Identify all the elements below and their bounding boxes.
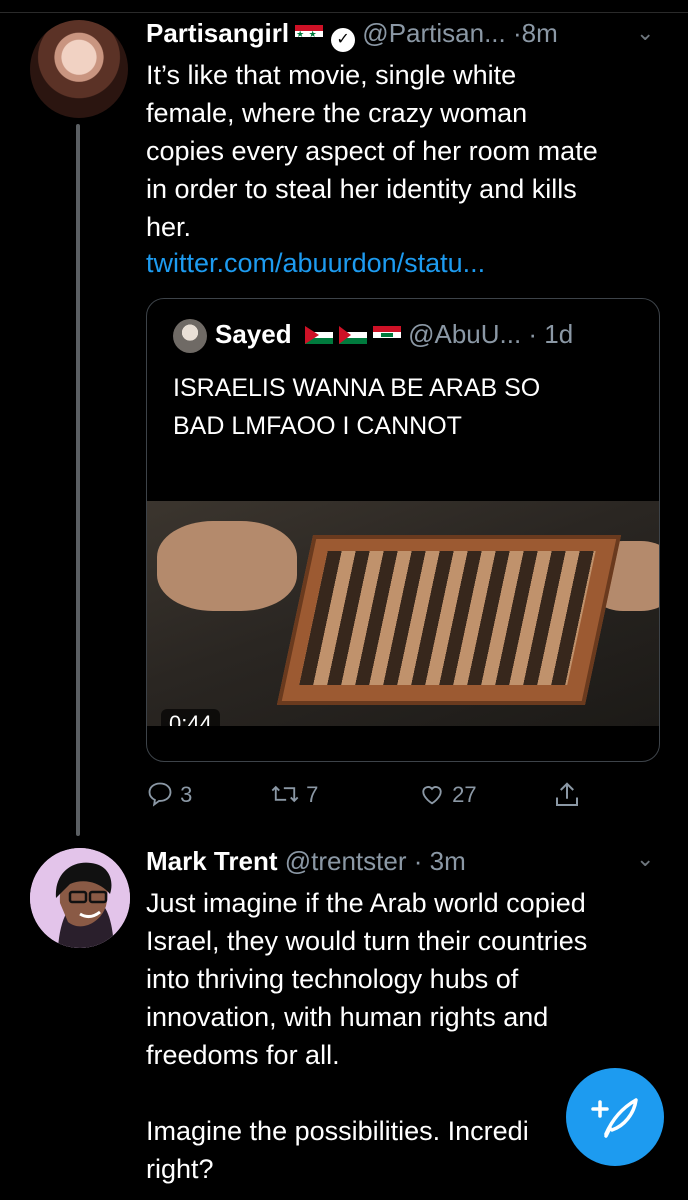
- tweet2-text-line: freedoms for all.: [146, 1040, 340, 1070]
- reply-icon: [148, 782, 172, 807]
- reply-count: 3: [180, 782, 193, 807]
- tweet1-text-line: It’s like that movie, single white: [146, 60, 517, 90]
- retweet-button[interactable]: 7: [270, 780, 318, 808]
- compose-tweet-button[interactable]: [566, 1068, 664, 1166]
- tweet1-handle[interactable]: @Partisan...: [362, 18, 505, 48]
- retweet-icon: [271, 785, 299, 803]
- backgammon-board: [276, 535, 622, 705]
- tweet2-author-name[interactable]: Mark Trent: [146, 846, 278, 876]
- like-button[interactable]: 27: [418, 780, 477, 808]
- tweet2-text-line: innovation, with human rights and: [146, 1002, 549, 1032]
- quoted-text-line: BAD LMFAOO I CANNOT: [173, 412, 462, 440]
- thread-connector-line: [76, 124, 80, 836]
- share-button[interactable]: [552, 780, 582, 810]
- tweet2-text: Just imagine if the Arab world copied Is…: [146, 884, 587, 1188]
- tweet2-text-line: into thriving technology hubs of: [146, 964, 519, 994]
- tweet2-text-line: Israel, they would turn their countries: [146, 926, 588, 956]
- board-points: [299, 551, 596, 685]
- quoted-tweet-header: Sayed @AbuU... · 1d: [215, 319, 573, 350]
- video-duration: 0:44: [161, 709, 220, 726]
- tweet1-text-line: female, where the crazy woman: [146, 98, 528, 128]
- tweet2-time: · 3m: [413, 846, 466, 876]
- tweet1-text-line: her.: [146, 212, 192, 242]
- chevron-down-icon[interactable]: ⌄: [636, 20, 654, 46]
- video-thumbnail[interactable]: 0:44: [147, 501, 659, 726]
- like-count: 27: [452, 782, 477, 807]
- verified-badge-icon: ✓: [331, 28, 356, 52]
- share-icon: [556, 782, 578, 806]
- avatar-sayed: [173, 319, 207, 353]
- quoted-author-name: Sayed: [215, 319, 292, 349]
- tweet2-header: Mark Trent @trentster · 3m: [146, 846, 466, 877]
- compose-tweet-icon: [591, 1098, 638, 1138]
- tweet1-text-line: in order to steal her identity and kills: [146, 174, 577, 204]
- iraq-flag-icon: [372, 326, 401, 344]
- cartoon-avatar-icon: [30, 848, 130, 948]
- chevron-down-icon[interactable]: ⌄: [636, 846, 654, 872]
- avatar-partisangirl[interactable]: [30, 20, 128, 118]
- tweet2-text-line: Just imagine if the Arab world copied: [146, 888, 586, 918]
- tweet2-text-line: [146, 1074, 587, 1112]
- tweet1-header: Partisangirl ✓ @Partisan... ·8m: [146, 18, 558, 52]
- tweet2-text-line: right?: [146, 1154, 214, 1184]
- avatar-mark-trent[interactable]: [30, 848, 130, 948]
- tweet2-text-line: Imagine the possibilities. Incredi: [146, 1116, 529, 1146]
- quoted-handle: @AbuU...: [408, 319, 522, 349]
- quoted-tweet-card[interactable]: Sayed @AbuU... · 1d ISRAELIS WANNA BE AR…: [146, 298, 660, 762]
- like-icon: [422, 786, 442, 805]
- reply-button[interactable]: 3: [146, 780, 192, 808]
- tweet1-time: ·8m: [512, 18, 558, 48]
- tweet1-link[interactable]: twitter.com/abuurdon/statu...: [146, 248, 485, 279]
- quoted-time: · 1d: [528, 319, 574, 349]
- quoted-text-line: ISRAELIS WANNA BE ARAB SO: [173, 374, 541, 402]
- top-divider: [0, 12, 688, 13]
- tweet1-action-bar: 3 7 27: [146, 780, 606, 810]
- tweet1-author-name[interactable]: Partisangirl: [146, 18, 289, 48]
- video-hand-left: [157, 521, 297, 611]
- syria-flag-icon: [295, 25, 324, 43]
- tweet1-text-line: copies every aspect of her room mate: [146, 136, 598, 166]
- quoted-tweet-text: ISRAELIS WANNA BE ARAB SO BAD LMFAOO I C…: [173, 369, 540, 445]
- palestine-flag-icon: [338, 326, 367, 344]
- tweet2-handle[interactable]: @trentster: [285, 846, 407, 876]
- jordan-flag-icon: [304, 326, 333, 344]
- tweet1-text: It’s like that movie, single white femal…: [146, 56, 598, 246]
- retweet-count: 7: [306, 782, 319, 807]
